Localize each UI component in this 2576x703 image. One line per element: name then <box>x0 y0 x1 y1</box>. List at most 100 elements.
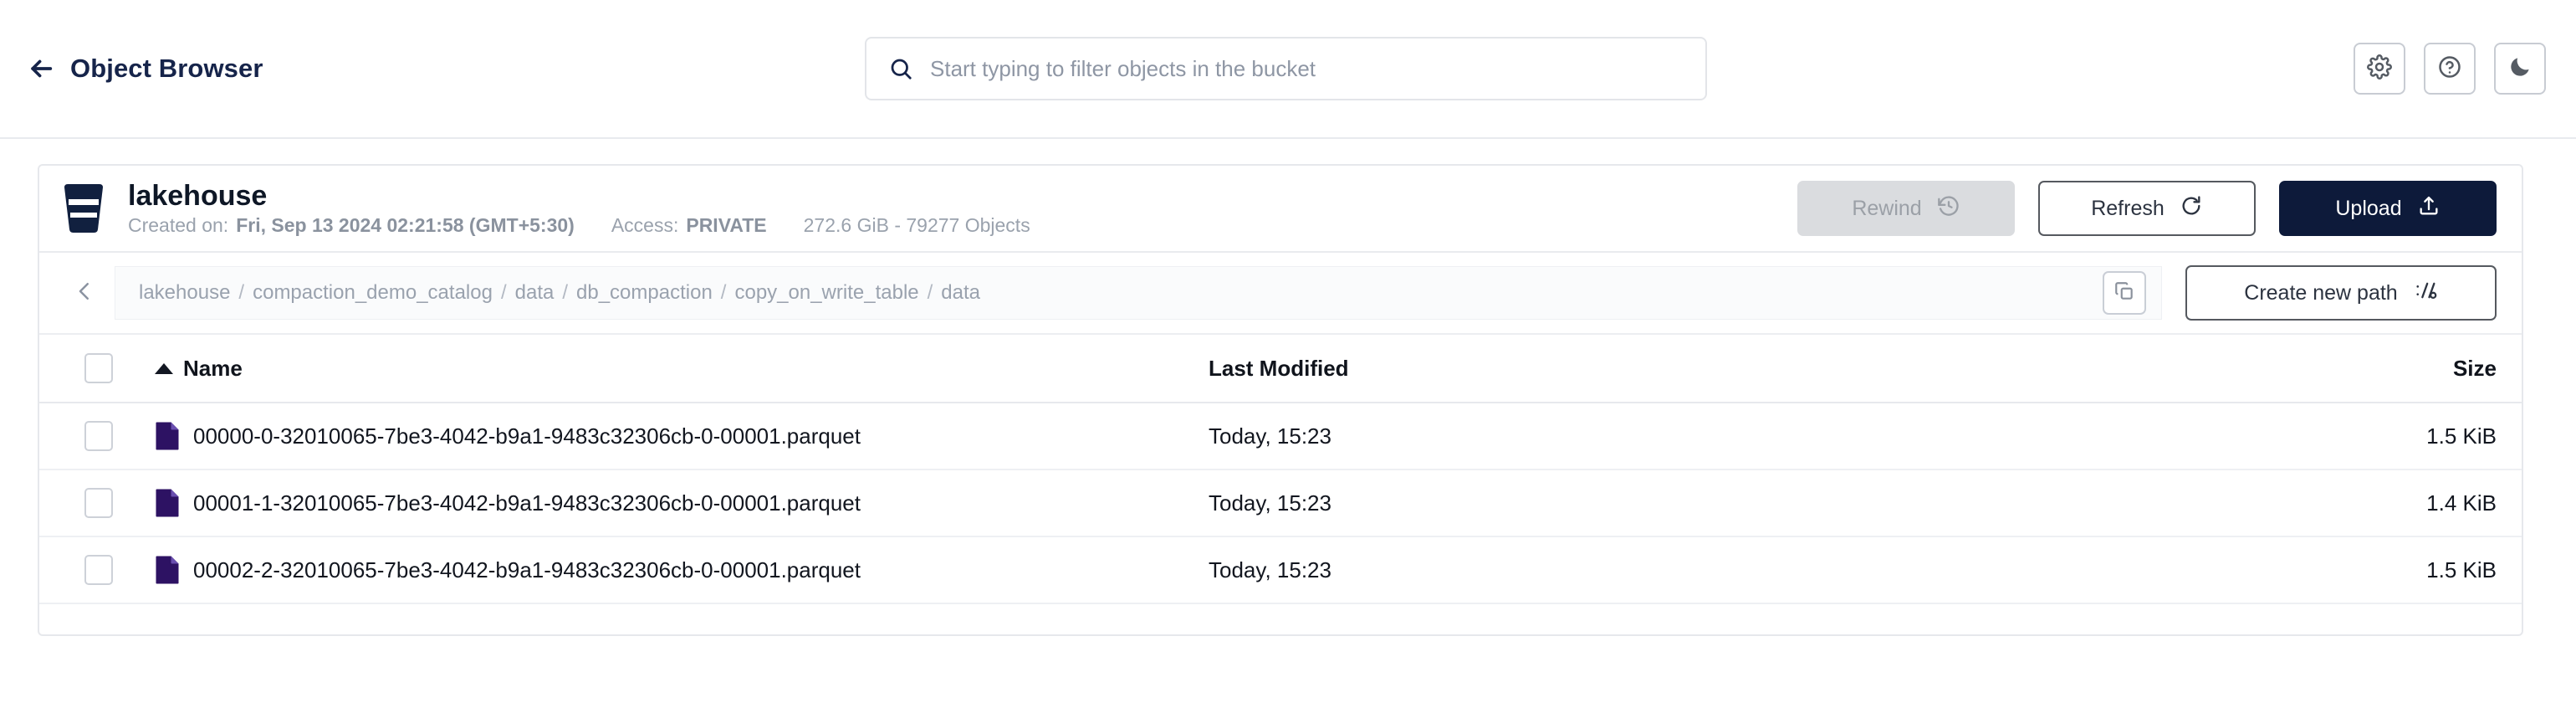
page-body: lakehouse Created on: Fri, Sep 13 2024 0… <box>0 139 2576 636</box>
breadcrumb-back-button[interactable] <box>58 266 111 320</box>
column-header-name-label: Name <box>183 355 243 381</box>
refresh-icon <box>2180 194 2203 223</box>
row-last-modified-label: Today, 15:23 <box>1209 423 1331 449</box>
sort-ascending-icon <box>155 362 173 374</box>
column-header-last-modified[interactable]: Last Modified <box>1209 356 2304 382</box>
chevron-left-icon <box>72 279 97 308</box>
column-header-name[interactable]: Name <box>155 356 1209 382</box>
search-box[interactable] <box>865 37 1707 100</box>
refresh-button-label: Refresh <box>2091 196 2165 220</box>
bucket-icon <box>61 182 106 234</box>
bucket-actions: Rewind Refresh Upload <box>1797 181 2497 236</box>
table-header-row: Name Last Modified Size <box>39 335 2522 403</box>
row-name-label: 00002-2-32010065-7be3-4042-b9a1-9483c323… <box>193 557 861 582</box>
row-size-cell: 1.4 KiB <box>2304 490 2497 516</box>
row-last-modified-label: Today, 15:23 <box>1209 557 1331 582</box>
breadcrumb-segment-1[interactable]: compaction_demo_catalog <box>253 281 493 305</box>
create-new-path-button[interactable]: Create new path <box>2185 265 2497 321</box>
create-new-path-label: Create new path <box>2244 280 2398 305</box>
breadcrumb-segment-4[interactable]: copy_on_write_table <box>734 281 918 305</box>
gear-icon <box>2367 54 2392 84</box>
copy-icon <box>2113 280 2135 306</box>
breadcrumb-segment-2[interactable]: data <box>515 281 555 305</box>
created-on-value: Fri, Sep 13 2024 02:21:58 (GMT+5:30) <box>236 214 575 236</box>
breadcrumb-separator: / <box>720 281 727 304</box>
bucket-usage: 272.6 GiB - 79277 Objects <box>803 214 1030 236</box>
breadcrumb-bar: lakehouse / compaction_demo_catalog / da… <box>115 266 2162 320</box>
dark-mode-button[interactable] <box>2494 43 2546 95</box>
objects-table: Name Last Modified Size 00000-0-32010065… <box>39 335 2522 634</box>
rewind-button[interactable]: Rewind <box>1797 181 2015 236</box>
created-on-label: Created on: <box>128 214 229 236</box>
bucket-meta: Created on: Fri, Sep 13 2024 02:21:58 (G… <box>128 216 1030 235</box>
bucket-name: lakehouse <box>128 180 268 212</box>
column-header-name-inner: Name <box>155 356 243 382</box>
parquet-file-icon <box>155 421 180 451</box>
parquet-file-icon <box>155 488 180 518</box>
bucket-browser-card: lakehouse Created on: Fri, Sep 13 2024 0… <box>38 164 2523 636</box>
column-header-last-modified-label: Last Modified <box>1209 355 1349 381</box>
row-select-cell <box>39 421 155 451</box>
row-checkbox[interactable] <box>84 421 113 451</box>
row-checkbox[interactable] <box>84 488 113 518</box>
breadcrumb-segment-5[interactable]: data <box>941 281 980 305</box>
arrow-left-icon <box>27 54 55 83</box>
upload-button[interactable]: Upload <box>2279 181 2497 236</box>
select-all-cell <box>39 353 155 383</box>
page-title: Object Browser <box>70 54 263 83</box>
breadcrumb-separator: / <box>927 281 933 304</box>
search-icon <box>888 56 913 81</box>
row-size-label: 1.5 KiB <box>2426 423 2497 449</box>
column-header-size[interactable]: Size <box>2304 356 2497 382</box>
row-size-cell: 1.5 KiB <box>2304 557 2497 583</box>
moon-icon <box>2507 54 2533 84</box>
rewind-clock-icon <box>1937 194 1960 223</box>
upload-button-label: Upload <box>2335 196 2402 220</box>
question-circle-icon <box>2437 54 2462 84</box>
breadcrumb-separator: / <box>562 281 569 304</box>
access-label: Access: <box>611 214 679 236</box>
breadcrumb-separator: / <box>500 281 507 304</box>
table-row[interactable]: 00001-1-32010065-7be3-4042-b9a1-9483c323… <box>39 470 2522 537</box>
row-last-modified-cell: Today, 15:23 <box>1209 490 2304 516</box>
row-name-label: 00001-1-32010065-7be3-4042-b9a1-9483c323… <box>193 490 861 516</box>
path-slash-icon <box>2415 279 2438 308</box>
rewind-button-label: Rewind <box>1852 196 1922 220</box>
refresh-button[interactable]: Refresh <box>2038 181 2256 236</box>
access-value: PRIVATE <box>686 214 767 236</box>
breadcrumb-segment-0[interactable]: lakehouse <box>139 281 230 305</box>
row-select-cell <box>39 488 155 518</box>
help-button[interactable] <box>2424 43 2476 95</box>
table-bottom-spacer <box>39 604 2522 634</box>
row-name-cell: 00000-0-32010065-7be3-4042-b9a1-9483c323… <box>155 421 1209 451</box>
select-all-checkbox[interactable] <box>84 353 113 383</box>
breadcrumb-separator: / <box>238 281 245 304</box>
row-size-label: 1.4 KiB <box>2426 490 2497 516</box>
breadcrumb-row: lakehouse / compaction_demo_catalog / da… <box>39 253 2522 335</box>
row-name-cell: 00002-2-32010065-7be3-4042-b9a1-9483c323… <box>155 555 1209 585</box>
row-name-label: 00000-0-32010065-7be3-4042-b9a1-9483c323… <box>193 423 861 449</box>
upload-icon <box>2417 194 2441 223</box>
topbar-actions <box>2354 43 2546 95</box>
top-bar: Object Browser <box>0 0 2576 139</box>
copy-path-button[interactable] <box>2103 271 2146 315</box>
row-name-cell: 00001-1-32010065-7be3-4042-b9a1-9483c323… <box>155 488 1209 518</box>
row-checkbox[interactable] <box>84 555 113 585</box>
row-last-modified-cell: Today, 15:23 <box>1209 423 2304 449</box>
row-select-cell <box>39 555 155 585</box>
settings-button[interactable] <box>2354 43 2405 95</box>
bucket-info: lakehouse Created on: Fri, Sep 13 2024 0… <box>128 182 1030 235</box>
back-to-object-browser[interactable]: Object Browser <box>27 54 263 84</box>
breadcrumb-segment-3[interactable]: db_compaction <box>576 281 713 305</box>
row-size-label: 1.5 KiB <box>2426 557 2497 582</box>
row-size-cell: 1.5 KiB <box>2304 423 2497 449</box>
column-header-size-label: Size <box>2452 355 2497 381</box>
table-row[interactable]: 00002-2-32010065-7be3-4042-b9a1-9483c323… <box>39 537 2522 604</box>
breadcrumb: lakehouse / compaction_demo_catalog / da… <box>139 281 980 305</box>
search-input[interactable] <box>930 55 1684 82</box>
table-row[interactable]: 00000-0-32010065-7be3-4042-b9a1-9483c323… <box>39 403 2522 470</box>
bucket-header: lakehouse Created on: Fri, Sep 13 2024 0… <box>39 166 2522 253</box>
row-last-modified-cell: Today, 15:23 <box>1209 557 2304 583</box>
parquet-file-icon <box>155 555 180 585</box>
row-last-modified-label: Today, 15:23 <box>1209 490 1331 516</box>
